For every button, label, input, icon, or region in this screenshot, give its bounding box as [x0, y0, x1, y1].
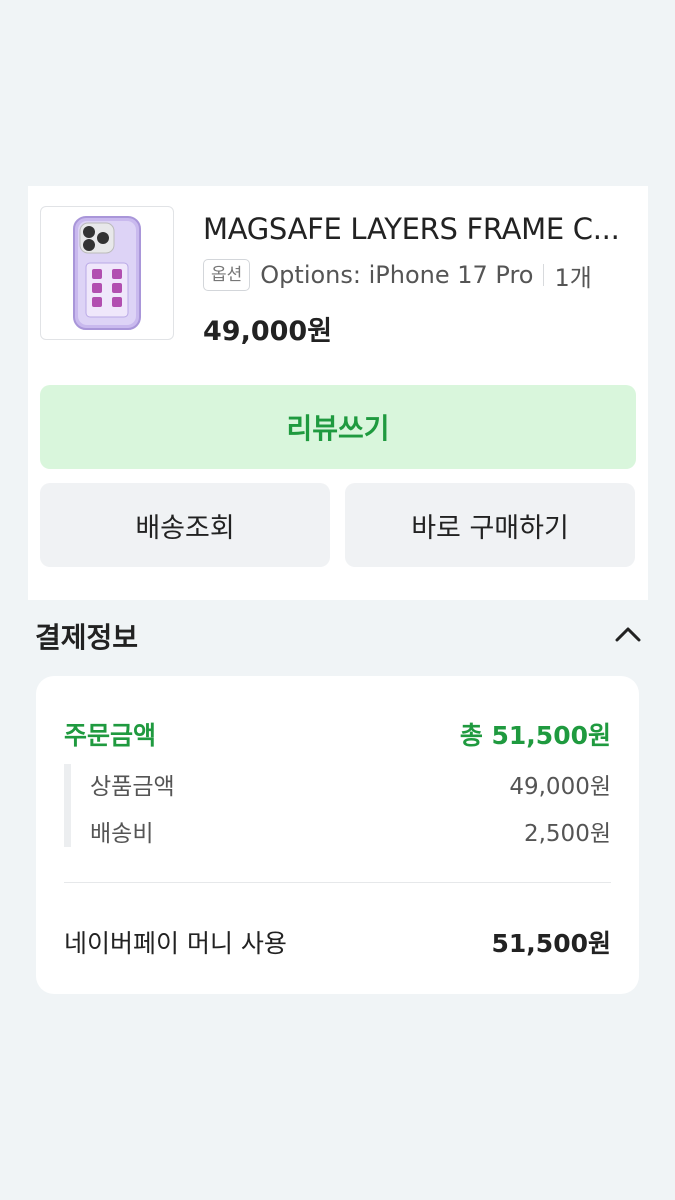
option-divider: [543, 264, 545, 286]
track-delivery-button[interactable]: 배송조회: [40, 483, 330, 567]
option-text: Options: iPhone 17 Pro: [260, 261, 534, 289]
product-amount-value: 49,000원: [509, 774, 611, 800]
payment-card: 주문금액 총 51,500원 상품금액 49,000원 배송비 2,500원 네…: [36, 676, 639, 994]
option-badge: 옵션: [203, 259, 251, 291]
quantity-text: 1개: [554, 263, 592, 292]
product-thumbnail[interactable]: [40, 206, 174, 340]
payment-method-label: 네이버페이 머니 사용: [64, 929, 287, 958]
buy-again-button[interactable]: 바로 구매하기: [345, 483, 635, 567]
payment-method-amount: 51,500원: [491, 929, 611, 958]
divider: [64, 882, 611, 883]
order-amount-label: 주문금액: [64, 721, 157, 750]
write-review-button[interactable]: 리뷰쓰기: [40, 385, 636, 469]
phone-case-image: [73, 216, 141, 330]
order-amount-total: 총 51,500원: [459, 721, 611, 750]
product-amount-label: 상품금액: [90, 774, 175, 800]
product-price: 49,000원: [203, 316, 333, 347]
shipping-fee-value: 2,500원: [523, 821, 611, 847]
product-card: MAGSAFE LAYERS FRAME C... 옵션 Options: iP…: [28, 186, 648, 600]
payment-section-title: 결제정보: [35, 621, 139, 654]
order-detail-page: MAGSAFE LAYERS FRAME C... 옵션 Options: iP…: [0, 0, 675, 1200]
option-row: 옵션 Options: iPhone 17 Pro 1개: [203, 258, 592, 292]
product-name[interactable]: MAGSAFE LAYERS FRAME C...: [203, 212, 633, 246]
shipping-fee-label: 배송비: [90, 821, 154, 847]
chevron-up-icon[interactable]: [612, 618, 644, 650]
detail-indent-bar: [64, 764, 71, 847]
